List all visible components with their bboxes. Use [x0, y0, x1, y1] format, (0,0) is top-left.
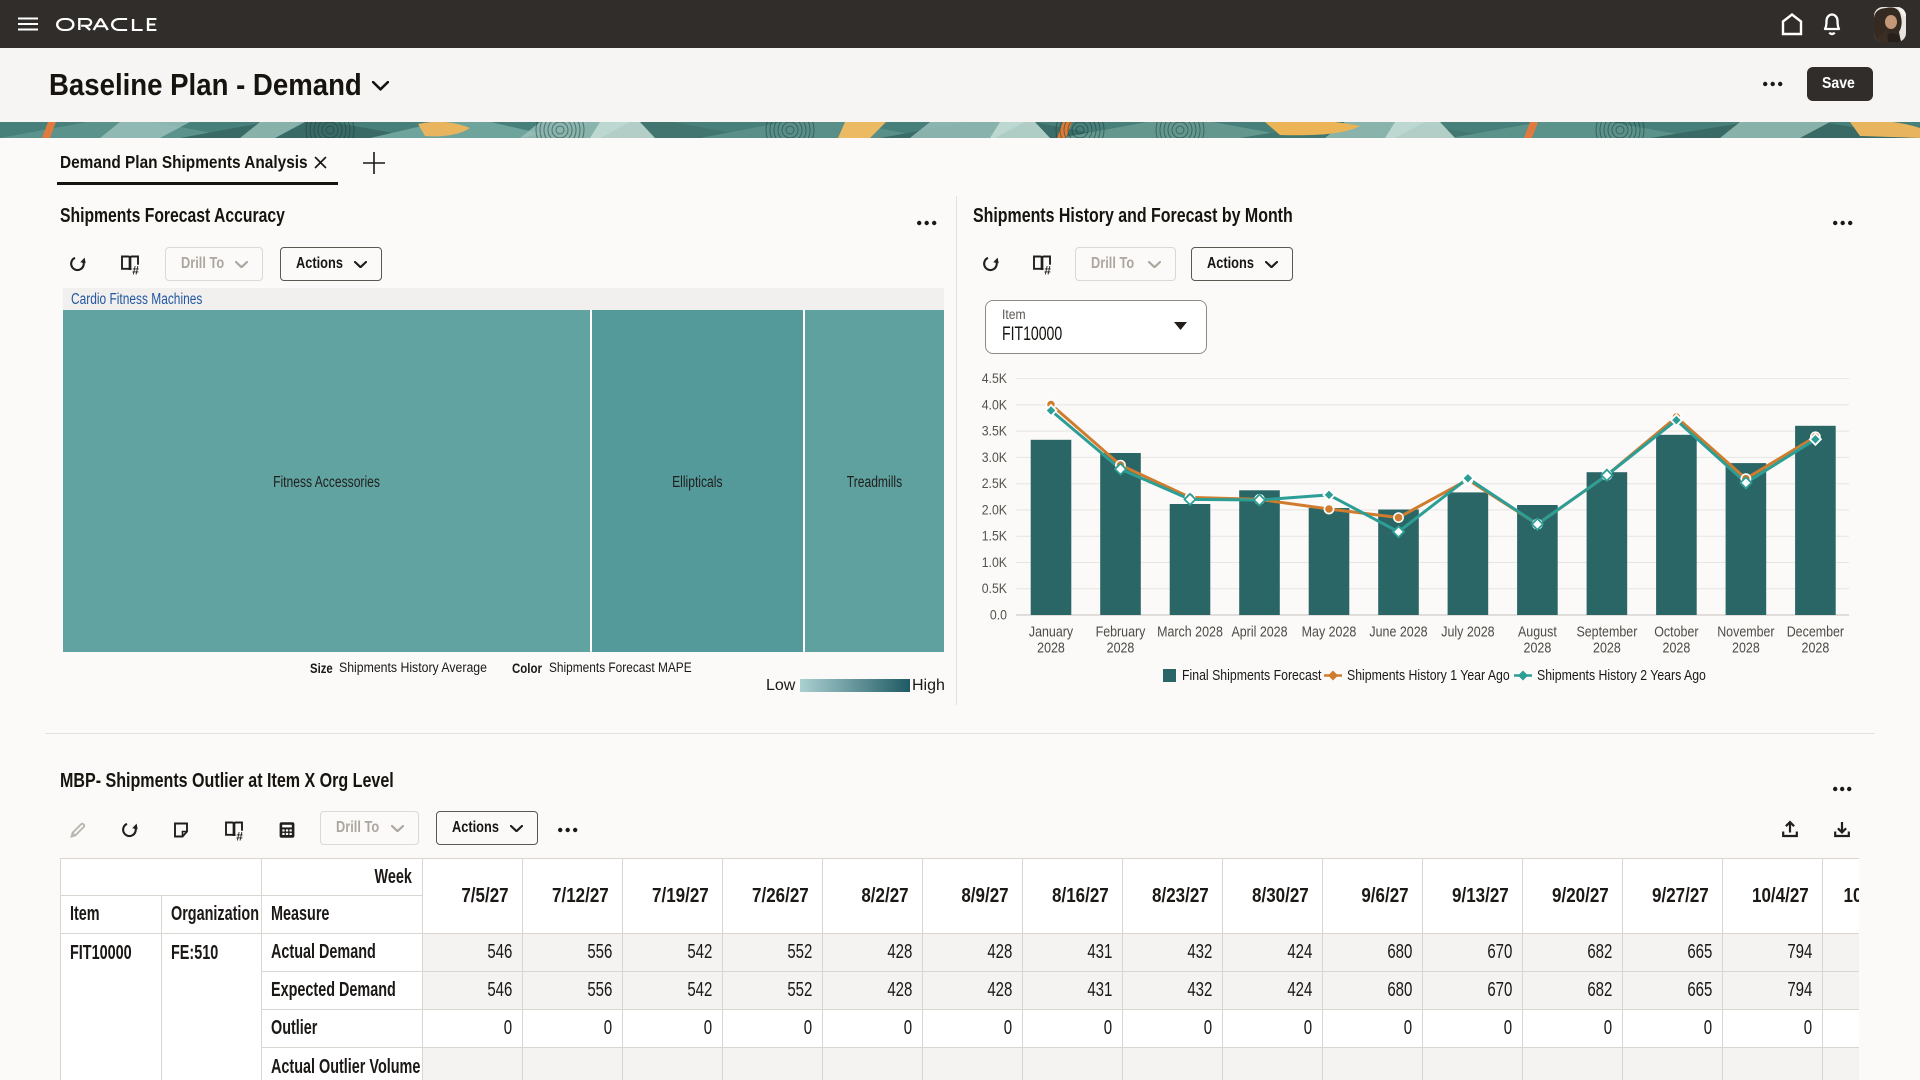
svg-text:4.5K: 4.5K — [982, 371, 1007, 386]
svg-text:2.0K: 2.0K — [982, 502, 1007, 517]
svg-text:2028: 2028 — [1802, 640, 1830, 657]
svg-text:April 2028: April 2028 — [1231, 624, 1287, 641]
svg-text:2028: 2028 — [1732, 640, 1760, 657]
svg-text:2028: 2028 — [1663, 640, 1691, 657]
svg-text:August: August — [1518, 624, 1557, 641]
svg-text:4.0K: 4.0K — [982, 397, 1007, 412]
svg-text:2028: 2028 — [1107, 640, 1135, 657]
svg-text:May 2028: May 2028 — [1302, 624, 1357, 641]
svg-text:1.5K: 1.5K — [982, 529, 1007, 544]
svg-text:#: # — [1044, 263, 1051, 275]
svg-text:October: October — [1654, 624, 1698, 641]
svg-text:0.5K: 0.5K — [982, 581, 1007, 596]
svg-text:March 2028: March 2028 — [1157, 624, 1223, 641]
svg-text:3.0K: 3.0K — [982, 450, 1007, 465]
svg-text:2028: 2028 — [1037, 640, 1065, 657]
svg-text:July 2028: July 2028 — [1441, 624, 1494, 641]
svg-text:0.0: 0.0 — [990, 608, 1007, 623]
svg-text:February: February — [1096, 624, 1146, 641]
svg-text:#: # — [132, 263, 139, 275]
svg-text:January: January — [1029, 624, 1074, 641]
svg-text:2.5K: 2.5K — [982, 476, 1007, 491]
svg-text:3.5K: 3.5K — [982, 424, 1007, 439]
svg-text:June 2028: June 2028 — [1369, 624, 1427, 641]
svg-text:September: September — [1576, 624, 1637, 641]
svg-text:2028: 2028 — [1593, 640, 1621, 657]
svg-text:#: # — [236, 829, 243, 841]
svg-text:2028: 2028 — [1524, 640, 1552, 657]
svg-text:November: November — [1717, 624, 1774, 641]
svg-text:December: December — [1787, 624, 1844, 641]
svg-text:1.0K: 1.0K — [982, 555, 1007, 570]
